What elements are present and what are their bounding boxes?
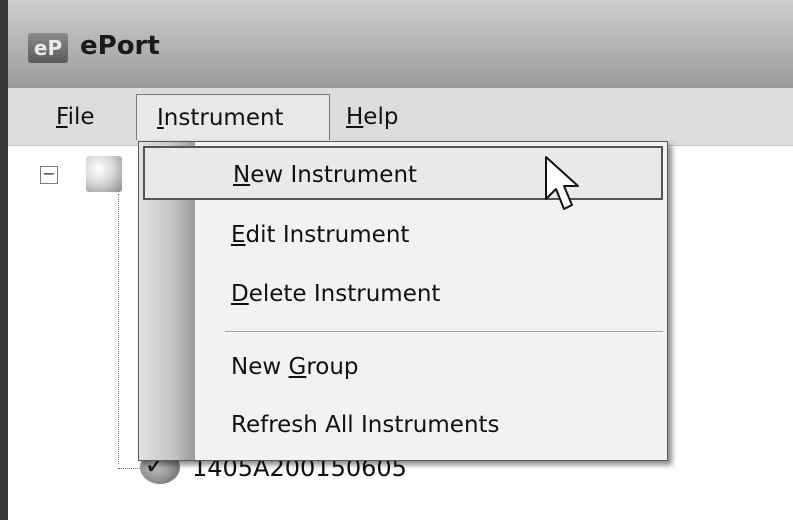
menu-item-label-post: roup	[306, 354, 359, 380]
app-icon: eP	[28, 33, 68, 63]
menu-item-accelerator: E	[231, 222, 246, 248]
menu-help-accelerator: H	[346, 104, 364, 130]
menu-file-label-post: ile	[67, 104, 95, 130]
menu-instrument-label-post: nstrument	[163, 105, 284, 131]
menu-item-label-post: ew Instrument	[250, 162, 418, 188]
menu-instrument-accelerator: I	[157, 105, 164, 131]
menu-item-accelerator: N	[233, 162, 251, 188]
menu-item-accelerator: D	[231, 281, 249, 307]
menu-bar: File Instrument Help	[8, 88, 793, 146]
menu-item-accelerator: G	[288, 354, 307, 380]
menu-item-label-pre: Refresh All Instruments	[231, 412, 500, 438]
menu-item-label-pre: New	[231, 354, 289, 380]
menu-file[interactable]: File	[56, 94, 116, 140]
menu-item-label-post: dit Instrument	[245, 222, 410, 248]
title-bar[interactable]: eP ePort	[8, 0, 793, 88]
menu-help-label-post: elp	[363, 104, 399, 130]
tree-branch-line	[118, 468, 140, 469]
window-title: ePort	[80, 31, 160, 61]
mouse-cursor-icon	[545, 156, 579, 210]
menu-file-accelerator: F	[56, 104, 68, 130]
menu-item-delete-instrument[interactable]: Delete Instrument	[143, 267, 663, 321]
menu-separator	[225, 331, 663, 333]
menu-item-new-group[interactable]: New Group	[143, 340, 663, 394]
menu-item-label-post: elete Instrument	[248, 281, 441, 307]
menu-instrument[interactable]: Instrument	[136, 94, 330, 140]
menu-help[interactable]: Help	[346, 94, 416, 140]
app-window: eP ePort File Instrument Help − ✓ 1405A2…	[0, 0, 793, 520]
tree-collapse-icon[interactable]: −	[40, 166, 58, 184]
menu-item-refresh-all[interactable]: Refresh All Instruments	[143, 398, 663, 452]
instrument-root-icon[interactable]	[86, 156, 122, 192]
tree-connector-line	[118, 194, 119, 464]
